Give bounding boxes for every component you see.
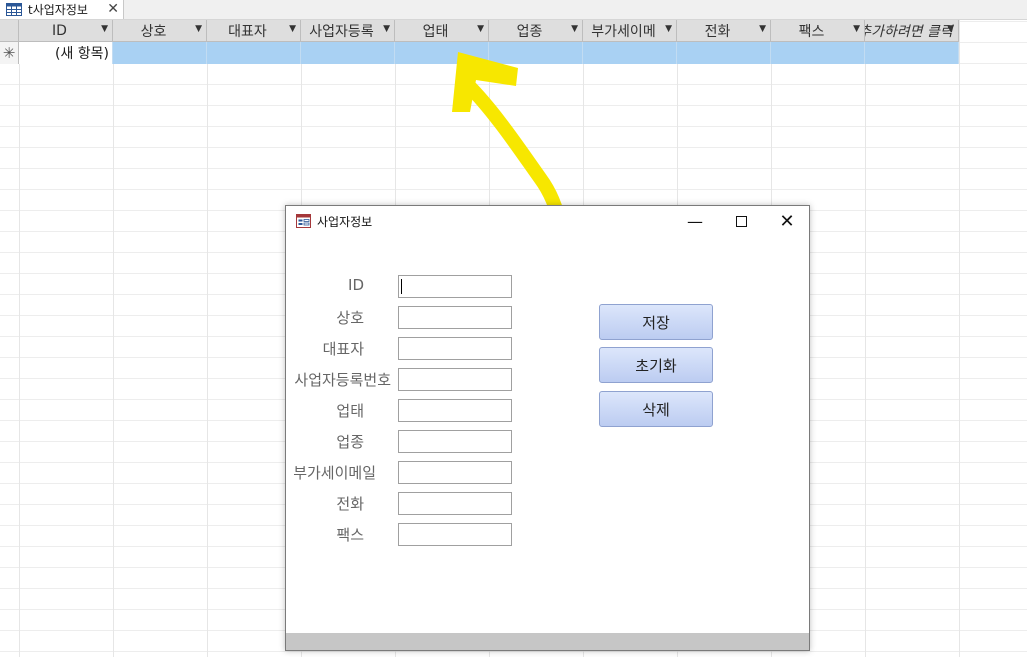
tab-table-business-info[interactable]: t사업자정보 ✕ <box>0 0 124 19</box>
new-record-cell[interactable] <box>677 42 771 64</box>
close-icon[interactable]: ✕ <box>107 1 119 17</box>
business-item-field[interactable] <box>398 430 512 453</box>
column-header-label: 상호 <box>140 23 167 40</box>
label-id: ID <box>348 276 364 294</box>
save-button[interactable]: 저장 <box>599 304 713 340</box>
column-header-business-item[interactable]: 업종 ▼ <box>489 20 583 42</box>
id-field[interactable] <box>398 275 512 298</box>
column-header-label: 전화 <box>704 23 731 40</box>
new-record-row[interactable]: ✳ (새 항목) <box>0 42 1004 64</box>
dropdown-arrow-icon[interactable]: ▼ <box>101 24 108 34</box>
column-header-row: ID ▼ 상호 ▼ 대표자 ▼ 사업자등록 ▼ 업태 ▼ 업종 ▼ 부가세이메 ▼ 전화 ▼ 팩… <box>0 20 1004 42</box>
dropdown-arrow-icon[interactable]: ▼ <box>947 24 954 34</box>
new-record-cell[interactable] <box>301 42 395 64</box>
dropdown-arrow-icon[interactable]: ▼ <box>477 24 484 34</box>
representative-field[interactable] <box>398 337 512 360</box>
tab-label: t사업자정보 <box>28 3 88 17</box>
dropdown-arrow-icon[interactable]: ▼ <box>665 24 672 34</box>
table-icon <box>6 3 22 16</box>
column-header-company[interactable]: 상호 ▼ <box>113 20 207 42</box>
dropdown-arrow-icon[interactable]: ▼ <box>383 24 390 34</box>
new-record-cell[interactable] <box>489 42 583 64</box>
column-header-phone[interactable]: 전화 ▼ <box>677 20 771 42</box>
label-reg-number: 사업자등록번호 <box>294 371 391 389</box>
delete-button[interactable]: 삭제 <box>599 391 713 427</box>
business-info-form-window: 사업자정보 — ✕ ID 상호 대표자 사업자등록번호 업태 업종 부가세이메일… <box>285 205 810 651</box>
column-header-reg-number[interactable]: 사업자등록 ▼ <box>301 20 395 42</box>
text-caret <box>401 279 402 294</box>
column-header-label: ID <box>52 22 67 39</box>
company-field[interactable] <box>398 306 512 329</box>
label-fax: 팩스 <box>336 526 364 544</box>
reset-button[interactable]: 초기화 <box>599 347 713 383</box>
column-header-label: 업종 <box>516 23 543 40</box>
new-record-icon[interactable]: ✳ <box>0 42 19 64</box>
dropdown-arrow-icon[interactable]: ▼ <box>759 24 766 34</box>
label-business-item: 업종 <box>336 433 364 451</box>
reg-number-field[interactable] <box>398 368 512 391</box>
dropdown-arrow-icon[interactable]: ▼ <box>195 24 202 34</box>
column-header-business-type[interactable]: 업태 ▼ <box>395 20 489 42</box>
select-all-corner[interactable] <box>0 20 19 42</box>
column-header-label: 업태 <box>422 23 449 40</box>
column-header-fax[interactable]: 팩스 ▼ <box>771 20 865 42</box>
new-record-cell[interactable] <box>771 42 865 64</box>
label-company: 상호 <box>336 309 364 327</box>
new-record-id-cell[interactable]: (새 항목) <box>19 42 113 64</box>
label-phone: 전화 <box>336 495 364 513</box>
vat-email-field[interactable] <box>398 461 512 484</box>
fax-field[interactable] <box>398 523 512 546</box>
phone-field[interactable] <box>398 492 512 515</box>
dropdown-arrow-icon[interactable]: ▼ <box>571 24 578 34</box>
new-record-cell[interactable] <box>113 42 207 64</box>
new-record-cell[interactable] <box>583 42 677 64</box>
document-tab-strip: t사업자정보 ✕ <box>0 0 1027 20</box>
column-header-vat-email[interactable]: 부가세이메 ▼ <box>583 20 677 42</box>
label-representative: 대표자 <box>322 340 364 358</box>
column-header-label: 추가하려면 클릭 <box>865 23 953 40</box>
column-header-label: 팩스 <box>798 23 825 40</box>
new-record-cell[interactable] <box>207 42 301 64</box>
new-record-cell[interactable] <box>395 42 489 64</box>
column-header-id[interactable]: ID ▼ <box>19 20 113 42</box>
column-header-label: 대표자 <box>228 23 267 40</box>
maximize-icon[interactable] <box>718 206 764 236</box>
business-type-field[interactable] <box>398 399 512 422</box>
column-header-label: 사업자등록 <box>309 23 374 40</box>
column-header-add-field[interactable]: 추가하려면 클릭 ▼ <box>865 20 959 42</box>
label-vat-email: 부가세이메일 <box>293 464 376 482</box>
form-title: 사업자정보 <box>317 215 373 229</box>
close-icon[interactable]: ✕ <box>764 206 810 236</box>
form-titlebar[interactable]: 사업자정보 — ✕ <box>286 206 809 236</box>
form-status-strip <box>286 633 809 650</box>
dropdown-arrow-icon[interactable]: ▼ <box>853 24 860 34</box>
minimize-icon[interactable]: — <box>672 206 718 236</box>
label-business-type: 업태 <box>336 402 364 420</box>
form-icon <box>296 214 311 232</box>
column-header-representative[interactable]: 대표자 ▼ <box>207 20 301 42</box>
column-header-label: 부가세이메 <box>591 23 656 40</box>
new-record-cell[interactable] <box>865 42 959 64</box>
dropdown-arrow-icon[interactable]: ▼ <box>289 24 296 34</box>
